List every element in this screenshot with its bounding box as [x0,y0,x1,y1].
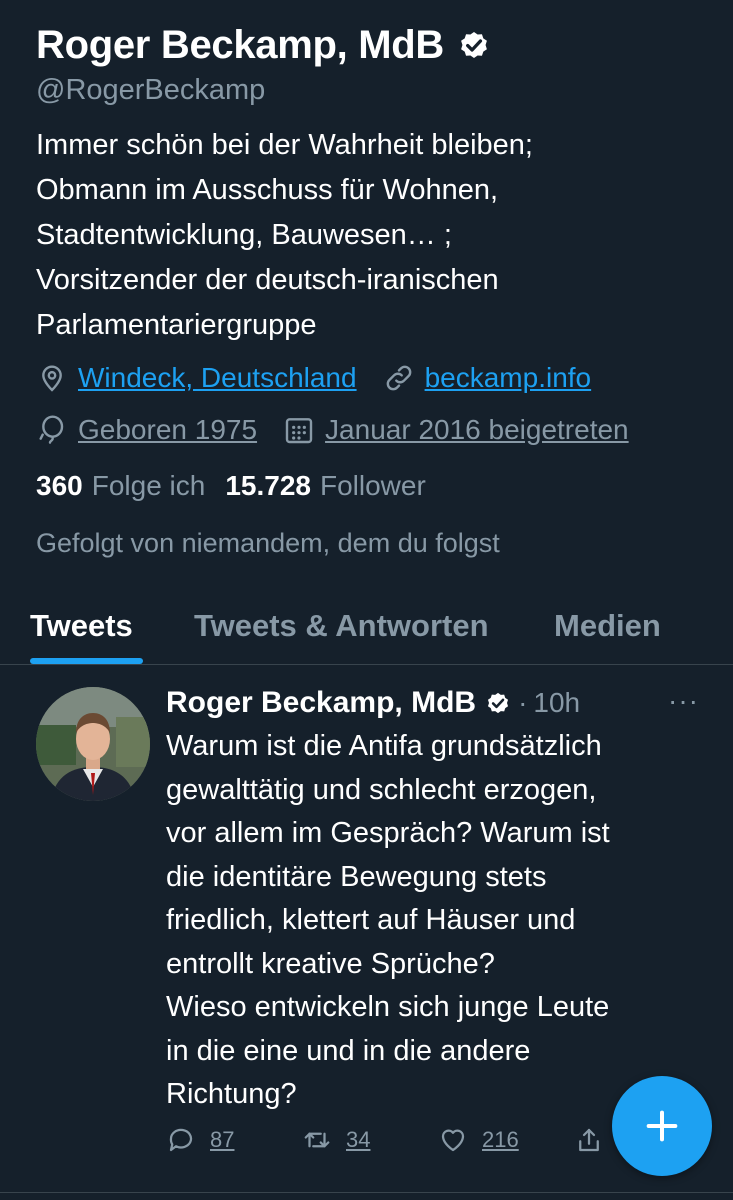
reply-icon [169,1128,193,1152]
balloon-icon [39,415,64,444]
verified-badge-icon [488,692,509,714]
reply-count: 87 [210,1127,235,1152]
website-link[interactable]: beckamp.info [425,362,592,394]
avatar[interactable] [36,687,150,801]
following-count[interactable]: 360 [36,470,83,502]
divider [0,1192,733,1193]
more-options-icon[interactable]: ··· [668,685,699,717]
tab-media[interactable]: Medien [554,608,661,644]
tweet-text: Warum ist die Antifa grundsätzlich gewal… [166,730,610,1110]
followers-count[interactable]: 15.728 [225,470,311,502]
active-tab-indicator [30,658,143,664]
retweet-button[interactable]: 34 [302,1125,370,1155]
tab-tweets[interactable]: Tweets [30,608,133,644]
retweet-count: 34 [346,1127,371,1152]
profile-tabs: Tweets Tweets & Antworten Medien [0,600,733,665]
like-button[interactable]: 216 [438,1125,519,1155]
heart-icon [441,1129,465,1152]
location-link[interactable]: Windeck, Deutschland [78,362,357,394]
joined-text: Januar 2016 beigetreten [325,414,629,445]
reply-button[interactable]: 87 [166,1125,234,1155]
avatar-photo [36,687,150,801]
separator-dot: · [518,687,528,718]
profile-header: Roger Beckamp, MdB @RogerBeckamp Immer s… [36,22,716,559]
profile-bio: Immer schön bei der Wahrheit bleiben; Ob… [36,123,716,348]
followers-label[interactable]: Follower [320,470,426,502]
compose-tweet-button[interactable] [612,1076,712,1176]
link-icon [386,365,411,391]
profile-meta-row-1: Windeck, Deutschland beckamp.info [36,358,716,398]
calendar-icon [285,418,313,444]
tweet-timestamp[interactable]: 10h [533,687,580,719]
joined-item: Januar 2016 beigetreten [283,414,629,446]
bio-line: Vorsitzender der deutsch-iranischen [36,264,499,296]
like-count: 216 [482,1127,519,1152]
bio-line: Stadtentwicklung, Bauwesen… ; [36,219,452,251]
bio-line: Immer schön bei der Wahrheit bleiben; [36,129,533,161]
profile-handle: @RogerBeckamp [36,74,266,106]
verified-badge-icon [461,31,487,59]
profile-meta-row-2: Geboren 1975 Januar 2016 beigetreten [36,410,716,450]
tweet-header: Roger Beckamp, MdB · 10h [166,683,580,723]
followed-by-text: Gefolgt von niemandem, dem du folgst [36,528,500,558]
location-pin-icon [42,365,62,392]
birthday-text: Geboren 1975 [78,414,258,445]
follow-stats: 360 Folge ich 15.728 Follower [36,466,716,506]
website-item[interactable]: beckamp.info [383,362,592,394]
tab-tweets-and-replies[interactable]: Tweets & Antworten [194,608,489,644]
retweet-icon [304,1132,330,1148]
location-item[interactable]: Windeck, Deutschland [36,362,357,394]
bio-line: Parlamentariergruppe [36,309,317,341]
profile-name-row: Roger Beckamp, MdB [36,22,716,68]
share-icon [579,1128,599,1152]
bio-line: Obmann im Ausschuss für Wohnen, [36,174,499,206]
plus-icon [646,1110,678,1142]
birthday-item: Geboren 1975 [36,414,257,446]
following-label[interactable]: Folge ich [92,470,206,502]
tweet-author-name[interactable]: Roger Beckamp, MdB [166,686,476,720]
tweet-actions: 87 34 216 [166,1125,626,1165]
profile-name: Roger Beckamp, MdB [36,22,445,67]
